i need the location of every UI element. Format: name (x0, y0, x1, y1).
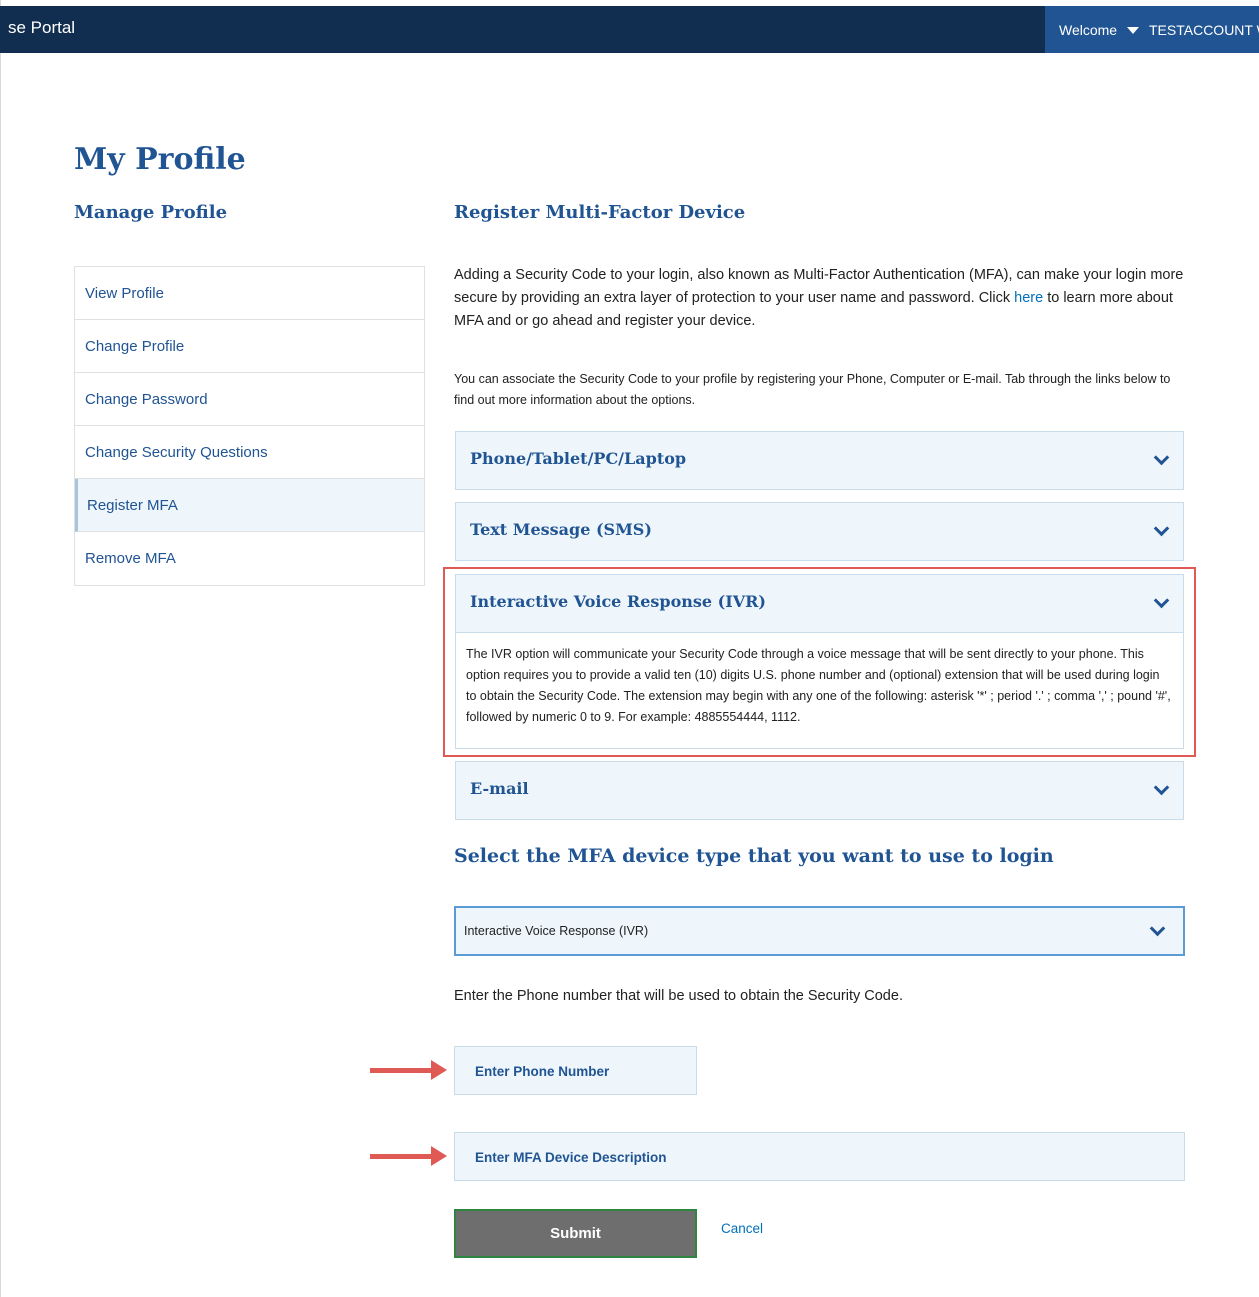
select-device-heading: Select the MFA device type that you want… (454, 845, 1054, 867)
chevron-down-icon[interactable] (1153, 520, 1170, 537)
section-title: Register Multi-Factor Device (454, 202, 746, 223)
page-title: My Profile (74, 142, 246, 177)
chevron-down-icon[interactable] (1153, 779, 1170, 796)
top-navigation-bar: se Portal Welcome TESTACCOUNT W (0, 6, 1259, 53)
portal-title: se Portal (8, 18, 76, 37)
chevron-down-icon[interactable] (1149, 920, 1166, 937)
device-description-placeholder[interactable]: Enter MFA Device Description (475, 1150, 667, 1165)
sidebar-item-view-profile[interactable]: View Profile (75, 267, 424, 320)
phone-number-hint: Enter the Phone number that will be used… (454, 988, 903, 1004)
annotation-arrow-icon (370, 1060, 447, 1080)
accordion-phone-tablet-pc[interactable]: Phone/Tablet/PC/Laptop (455, 431, 1184, 490)
accordion-text-message-sms[interactable]: Text Message (SMS) (455, 502, 1184, 561)
associate-options-text: You can associate the Security Code to y… (454, 372, 1171, 407)
phone-number-placeholder[interactable]: Enter Phone Number (475, 1064, 609, 1079)
cancel-link[interactable]: Cancel (721, 1221, 763, 1236)
sidebar-item-change-password[interactable]: Change Password (75, 373, 424, 426)
device-type-select[interactable]: Interactive Voice Response (IVR) (454, 906, 1185, 956)
chevron-down-icon[interactable] (1153, 449, 1170, 466)
annotation-highlight-box (443, 567, 1196, 757)
learn-more-link[interactable]: here (1014, 290, 1043, 306)
phone-number-input[interactable]: Enter Phone Number (454, 1046, 697, 1095)
sidebar-item-remove-mfa[interactable]: Remove MFA (75, 532, 424, 585)
sidebar-item-register-mfa[interactable]: Register MFA (75, 479, 424, 532)
accordion-title[interactable]: Text Message (SMS) (470, 520, 652, 539)
sidebar-item-change-security-questions[interactable]: Change Security Questions (75, 426, 424, 479)
submit-button[interactable]: Submit (454, 1209, 697, 1258)
accordion-title[interactable]: Phone/Tablet/PC/Laptop (470, 449, 686, 468)
profile-sidebar-nav: View Profile Change Profile Change Passw… (74, 266, 425, 586)
device-type-selected-value[interactable]: Interactive Voice Response (IVR) (464, 924, 648, 938)
mfa-intro-text: Adding a Security Code to your login, al… (454, 264, 1184, 333)
account-name[interactable]: TESTACCOUNT W (1149, 22, 1259, 38)
device-description-input[interactable]: Enter MFA Device Description (454, 1132, 1185, 1181)
sidebar-title: Manage Profile (74, 202, 228, 223)
welcome-label[interactable]: Welcome (1059, 22, 1117, 38)
accordion-title[interactable]: E-mail (470, 779, 529, 798)
caret-down-icon[interactable] (1127, 27, 1139, 34)
accordion-email[interactable]: E-mail (455, 761, 1184, 820)
account-menu[interactable]: Welcome TESTACCOUNT W (1045, 6, 1259, 53)
sidebar-item-change-profile[interactable]: Change Profile (75, 320, 424, 373)
annotation-arrow-icon (370, 1146, 447, 1166)
